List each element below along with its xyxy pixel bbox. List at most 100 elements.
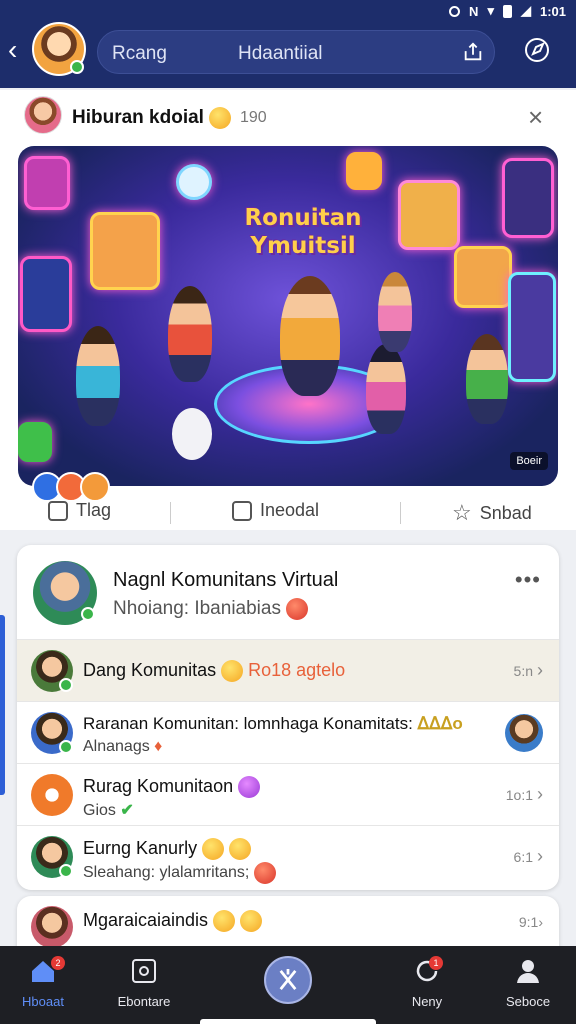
row-time: 1o:1 — [505, 787, 533, 803]
search-bar[interactable]: Rcang Hdaantiial — [97, 30, 495, 74]
row-sub-text: Gios — [83, 802, 116, 819]
purple-emoji-icon — [238, 776, 261, 799]
avatar-frame — [454, 246, 512, 308]
character — [76, 326, 120, 426]
alarm-icon — [449, 5, 461, 17]
row-sub-text: Sleahang: ylalamritans; — [83, 864, 250, 882]
like-label: Tlag — [76, 500, 112, 520]
nav-explore[interactable]: Ebontare — [94, 956, 194, 1009]
row-name-text: Mgaraicaiaindis — [83, 910, 209, 930]
nav-label: Seboce — [505, 994, 551, 1009]
chevron-right-icon: › — [537, 846, 543, 866]
row-name-text: Dang Komunitas — [83, 660, 217, 680]
chevron-right-icon: › — [537, 784, 543, 804]
community-subtitle-text: Nhoiang: Ibaniabias — [113, 598, 281, 620]
share-icon[interactable] — [462, 41, 484, 63]
smile-emoji-icon — [229, 838, 252, 861]
smile-emoji-icon — [240, 910, 263, 933]
character — [466, 334, 508, 424]
avatar-frame — [508, 272, 556, 382]
row-sub-text: Alnanags — [83, 738, 150, 755]
like-button[interactable]: Tlag — [48, 500, 111, 521]
nav-profile[interactable]: Seboce — [478, 956, 576, 1009]
smile-emoji-icon — [221, 660, 244, 683]
online-indicator — [81, 607, 95, 621]
comment-label: Ineodal — [260, 500, 320, 520]
list-item[interactable]: Dang Komunitas Ro18 aɡtelo 5:n › — [17, 639, 559, 701]
online-indicator — [59, 864, 73, 878]
character — [168, 286, 212, 382]
create-button[interactable] — [264, 956, 312, 1004]
smile-emoji-icon — [213, 910, 236, 933]
row-sub: Gios ✔ — [83, 800, 134, 820]
status-bar: N ▾ ◢ 1:01 — [0, 0, 576, 22]
back-icon[interactable]: ‹ — [8, 36, 30, 64]
post-image[interactable]: Ronuitan Ymuitsil Boeir — [18, 146, 558, 486]
post-actions: Tlag Ineodal ☆ Snbad — [0, 496, 576, 530]
app-header: ‹ Rcang Hdaantiial — [0, 22, 576, 88]
row-meta: 6:1 › — [514, 846, 543, 867]
row-name: Rurag Komunitaon — [83, 776, 261, 799]
list-item[interactable]: Eurng Kanurly Sleahang: ylalamritans; 6:… — [17, 825, 559, 887]
community-subtitle: Nhoiang: Ibaniabias — [113, 598, 309, 620]
post-title: Hiburan kdoial — [72, 107, 204, 129]
image-badge: Boeir — [510, 452, 548, 470]
avatar[interactable] — [32, 22, 86, 76]
row-avatar — [31, 650, 73, 692]
online-indicator — [59, 740, 73, 754]
community-card: Nagnl Komunitans Virtual Nhoiang: Ibania… — [17, 545, 559, 890]
fire-emoji-icon — [253, 862, 276, 884]
post-author-avatar[interactable] — [24, 96, 62, 134]
more-options-icon[interactable]: ••• — [515, 567, 541, 593]
frame-icon — [132, 959, 156, 983]
row-avatar — [31, 836, 73, 878]
check-icon: ✔ — [120, 802, 134, 819]
row-meta: 5:n › — [514, 660, 543, 681]
online-indicator — [59, 678, 73, 692]
divider — [400, 502, 401, 524]
nav-label: Ebontare — [117, 994, 171, 1009]
list-item[interactable]: Raranan Komunitan: lomnhaga Konamitats: … — [17, 701, 559, 763]
row-sub: Alnanags ♦ — [83, 738, 162, 756]
row-avatar — [31, 906, 73, 948]
star-icon — [346, 152, 382, 190]
comment-button[interactable]: Ineodal — [232, 500, 319, 521]
chevron-right-icon: › — [537, 660, 543, 680]
row-meta: 1o:1 › — [506, 784, 543, 805]
fire-emoji-icon — [286, 598, 309, 620]
home-indicator — [200, 1019, 376, 1024]
scroll-edge-indicator — [0, 615, 5, 795]
participant-avatar[interactable] — [505, 714, 543, 752]
notification-badge: 1 — [429, 956, 443, 970]
smile-emoji-icon — [202, 838, 225, 861]
sparkle-icon — [279, 969, 297, 991]
nav-label: Neny — [411, 994, 443, 1009]
character-center — [280, 276, 340, 396]
robot-icon — [172, 408, 212, 460]
row-sub: Sleahang: ylalamritans; — [83, 862, 276, 884]
battery-icon — [502, 4, 512, 18]
community-avatar[interactable] — [33, 561, 97, 625]
row-name-text: Eurng Kanurly — [83, 838, 198, 858]
avatar-frame — [90, 212, 160, 290]
nav-notifications[interactable]: 1 Neny — [377, 956, 477, 1009]
community-header[interactable]: Nagnl Komunitans Virtual Nhoiang: Ibania… — [17, 545, 559, 637]
network-indicator: N — [469, 3, 479, 19]
smile-emoji-icon — [209, 107, 232, 129]
save-button[interactable]: ☆ Snbad — [452, 500, 532, 526]
character — [378, 272, 412, 352]
notification-badge: 2 — [51, 956, 65, 970]
close-icon[interactable]: × — [528, 104, 543, 130]
screen-tile-icon — [502, 158, 554, 238]
bottom-nav: 2 Hboaat Ebontare 1 Neny Seboce — [0, 946, 576, 1024]
list-item[interactable]: Rurag Komunitaon Gios ✔ 1o:1 › — [17, 763, 559, 825]
nav-home[interactable]: 2 Hboaat — [0, 956, 93, 1009]
cube-icon — [18, 422, 52, 462]
nav-label: Hboaat — [22, 994, 64, 1009]
hero-title: Ronuitan Ymuitsil — [244, 205, 362, 259]
row-meta: 9:1› — [519, 914, 543, 930]
compass-icon[interactable] — [523, 36, 551, 64]
thumbs-up-icon — [48, 500, 68, 521]
row-name-text: Rurag Komunitaon — [83, 776, 234, 796]
row-time: 6:1 — [513, 849, 533, 865]
